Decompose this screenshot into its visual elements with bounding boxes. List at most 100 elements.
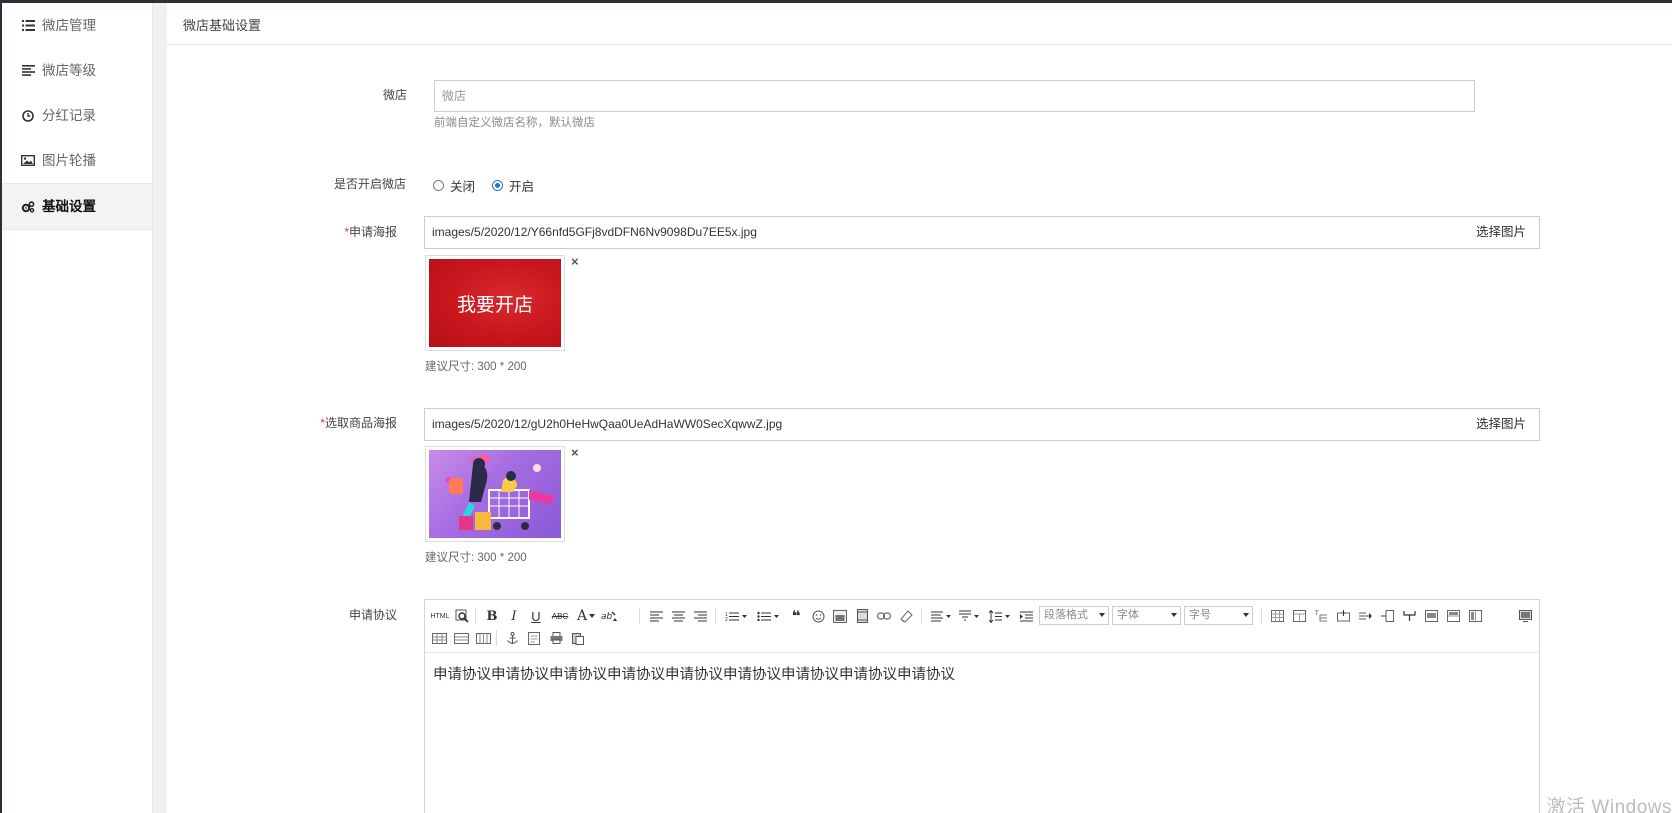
apply-poster-path-input[interactable]: images/5/2020/12/Y66nfd5GFj8vdDFN6Nv9098… bbox=[424, 216, 1464, 249]
agreement-label: 申请协议 bbox=[348, 608, 397, 622]
html-source-button[interactable]: HTML bbox=[430, 607, 450, 625]
font-size-select[interactable]: 字号 bbox=[1184, 606, 1253, 625]
goods-poster-select-button[interactable]: 选择图片 bbox=[1463, 408, 1540, 441]
rich-text-editor: HTML B I U ABC A ab 12 ❝ 段落格式 字体 字号 T 申请… bbox=[424, 599, 1540, 813]
apply-poster-select-button[interactable]: 选择图片 bbox=[1463, 216, 1540, 249]
italic-button[interactable]: I bbox=[505, 607, 523, 625]
sidebar-item-label: 图片轮播 bbox=[42, 153, 96, 168]
split-to-cells-icon[interactable] bbox=[474, 629, 492, 647]
apply-poster-image-text: 我要开店 bbox=[456, 293, 533, 316]
unordered-list-icon[interactable] bbox=[755, 607, 781, 625]
radio-close-circle[interactable] bbox=[433, 180, 444, 191]
open-shop-label: 是否开启微店 bbox=[333, 177, 406, 191]
goods-poster-path-input[interactable]: images/5/2020/12/gU2h0HeHwQaa0UeAdHaWW0S… bbox=[424, 408, 1464, 441]
shop-name-input[interactable] bbox=[434, 80, 1475, 112]
indent-icon[interactable] bbox=[1017, 607, 1035, 625]
sidebar-item-label: 微店等级 bbox=[42, 63, 96, 78]
svg-text:T: T bbox=[1315, 611, 1319, 617]
clock-icon bbox=[20, 93, 36, 138]
goods-poster-label: *选取商品海报 bbox=[177, 414, 397, 431]
radio-open-label: 开启 bbox=[509, 180, 535, 194]
sidebar-item-dividend-records[interactable]: 分红记录 bbox=[2, 93, 152, 138]
radio-close[interactable]: 关闭 bbox=[433, 176, 475, 195]
svg-text:ab: ab bbox=[601, 612, 613, 622]
merge-down-icon[interactable] bbox=[1466, 607, 1484, 625]
windows-activation-watermark: 激活 Windows bbox=[1546, 797, 1672, 813]
insert-row-icon[interactable] bbox=[1334, 607, 1352, 625]
link-icon[interactable] bbox=[875, 607, 893, 625]
sidebar-item-label: 分红记录 bbox=[42, 108, 96, 123]
page-header: 微店基础设置 bbox=[167, 3, 1672, 45]
print-icon[interactable] bbox=[547, 629, 565, 647]
sidebar-item-label: 微店管理 bbox=[42, 18, 96, 33]
align-left-icon bbox=[20, 48, 36, 93]
split-to-cols-icon[interactable] bbox=[452, 629, 470, 647]
align-left-icon[interactable] bbox=[647, 607, 665, 625]
goods-poster-thumbnail bbox=[425, 446, 565, 542]
strikethrough-button[interactable]: ABC bbox=[549, 607, 571, 625]
page-title: 微店基础设置 bbox=[183, 18, 262, 33]
list-icon bbox=[20, 3, 36, 48]
goods-poster-remove-button[interactable]: × bbox=[571, 445, 579, 460]
toolbar-separator bbox=[496, 630, 497, 646]
highlight-color-icon[interactable]: ab bbox=[599, 607, 619, 625]
row-spacing-top-icon[interactable] bbox=[929, 607, 955, 625]
blockquote-icon[interactable]: ❝ bbox=[787, 607, 805, 625]
editor-content[interactable]: 申请协议申请协议申请协议申请协议申请协议申请协议申请协议申请协议申请协议 bbox=[433, 663, 955, 684]
insert-table-icon[interactable] bbox=[1268, 607, 1286, 625]
goods-poster-label-text: 选取商品海报 bbox=[324, 416, 397, 430]
split-to-rows-icon[interactable] bbox=[430, 629, 448, 647]
paragraph-format-select[interactable]: 段落格式 bbox=[1039, 606, 1109, 625]
goods-poster-image bbox=[429, 450, 561, 538]
anchor-icon[interactable] bbox=[503, 629, 521, 647]
row-spacing-bottom-icon[interactable] bbox=[957, 607, 983, 625]
insert-col-icon[interactable] bbox=[1356, 607, 1374, 625]
line-height-icon[interactable] bbox=[987, 607, 1013, 625]
align-center-icon[interactable] bbox=[669, 607, 687, 625]
ordered-list-icon[interactable]: 12 bbox=[723, 607, 749, 625]
insert-image-icon[interactable] bbox=[831, 607, 849, 625]
main-panel: 微店基础设置 微店 前端自定义微店名称，默认微店 是否开启微店 关闭 开启 *申… bbox=[167, 3, 1672, 813]
shop-name-hint: 前端自定义微店名称，默认微店 bbox=[434, 117, 595, 129]
radio-open[interactable]: 开启 bbox=[492, 176, 534, 195]
image-icon bbox=[20, 138, 36, 183]
bold-button[interactable]: B bbox=[483, 607, 501, 625]
paragraph-format-value: 段落格式 bbox=[1044, 609, 1088, 621]
paste-plain-icon[interactable] bbox=[569, 629, 587, 647]
insert-video-icon[interactable] bbox=[853, 607, 871, 625]
insert-frame-icon[interactable] bbox=[525, 629, 543, 647]
merge-right-icon[interactable] bbox=[1444, 607, 1462, 625]
table-properties-icon[interactable] bbox=[1290, 607, 1308, 625]
chevron-down-icon[interactable] bbox=[587, 607, 597, 625]
apply-poster-remove-button[interactable]: × bbox=[571, 254, 579, 269]
toolbar-separator bbox=[715, 608, 716, 624]
sidebar-item-label: 基础设置 bbox=[42, 199, 96, 214]
underline-button[interactable]: U bbox=[527, 607, 545, 625]
chevron-down-icon bbox=[1171, 613, 1177, 617]
sidebar-item-basic-settings[interactable]: 基础设置 bbox=[2, 183, 152, 230]
eraser-icon[interactable] bbox=[897, 607, 915, 625]
delete-col-icon[interactable] bbox=[1378, 607, 1396, 625]
sidebar-item-image-carousel[interactable]: 图片轮播 bbox=[2, 138, 152, 183]
shopping-illustration bbox=[446, 454, 555, 530]
fullscreen-icon[interactable] bbox=[1516, 607, 1534, 625]
font-family-select[interactable]: 字体 bbox=[1112, 606, 1181, 625]
align-right-icon[interactable] bbox=[691, 607, 709, 625]
apply-poster-size-hint: 建议尺寸: 300 * 200 bbox=[425, 361, 527, 373]
editor-toolbar: HTML B I U ABC A ab 12 ❝ 段落格式 字体 字号 T bbox=[425, 600, 1539, 653]
shop-name-label: 微店 bbox=[382, 88, 407, 102]
toolbar-separator bbox=[921, 608, 922, 624]
radio-open-circle[interactable] bbox=[492, 180, 503, 191]
merge-cells-icon[interactable] bbox=[1422, 607, 1440, 625]
radio-close-label: 关闭 bbox=[450, 180, 476, 194]
split-cells-icon[interactable] bbox=[1400, 607, 1418, 625]
emoticon-icon[interactable] bbox=[809, 607, 827, 625]
goods-poster-size-hint: 建议尺寸: 300 * 200 bbox=[425, 552, 527, 564]
toolbar-separator bbox=[475, 608, 476, 624]
sidebar-item-shop-level[interactable]: 微店等级 bbox=[2, 48, 152, 93]
sidebar-item-shop-management[interactable]: 微店管理 bbox=[2, 3, 152, 48]
font-size-value: 字号 bbox=[1189, 609, 1211, 621]
insert-caption-icon[interactable]: T bbox=[1312, 607, 1330, 625]
chevron-down-icon bbox=[1243, 613, 1249, 617]
preview-icon[interactable] bbox=[453, 607, 471, 625]
